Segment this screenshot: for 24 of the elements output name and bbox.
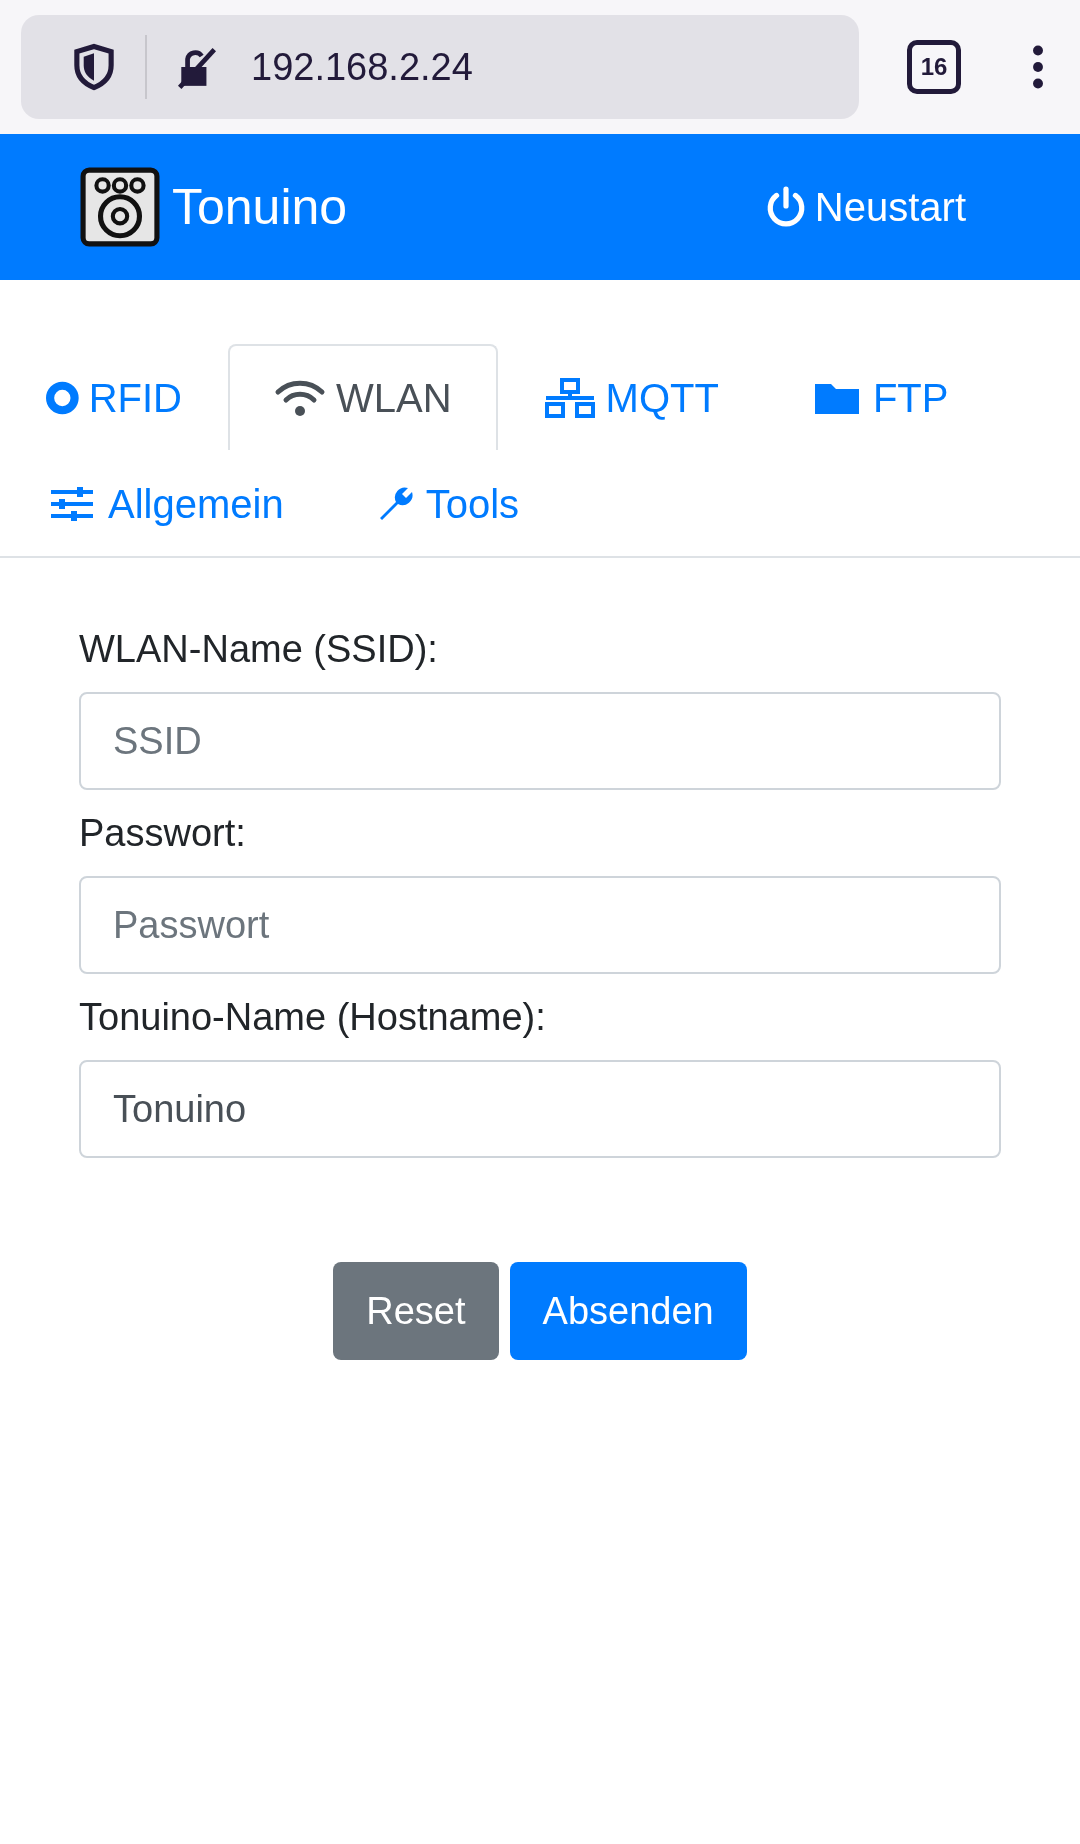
nav-tab[interactable]: WLAN	[228, 344, 498, 450]
reset-button[interactable]: Reset	[333, 1262, 499, 1360]
nav-tab[interactable]: Allgemein	[0, 450, 330, 556]
input-field[interactable]: Tonuino	[79, 1060, 1001, 1158]
tab-count-button[interactable]: 16	[907, 40, 961, 94]
nav-tab[interactable]: MQTT	[497, 344, 765, 450]
nav-tab[interactable]: Tools	[329, 450, 566, 556]
input-field[interactable]: SSID	[79, 692, 1001, 790]
restart-button[interactable]: Neustart	[764, 184, 966, 230]
speaker-logo-icon[interactable]	[80, 167, 160, 247]
submit-button[interactable]: Absenden	[509, 1262, 747, 1360]
field-label: WLAN-Name (SSID):	[79, 626, 439, 672]
url-text: 192.168.2.24	[251, 45, 473, 89]
nav-tab[interactable]: FTP	[764, 344, 995, 450]
field-label: Passwort:	[79, 810, 247, 856]
nav-tab[interactable]: RFID	[0, 344, 228, 450]
input-field[interactable]: Passwort	[79, 876, 1001, 974]
shield-icon[interactable]	[71, 43, 117, 91]
network-icon	[543, 378, 596, 418]
brand-title[interactable]: Tonuino	[172, 178, 348, 236]
address-bar[interactable]: 192.168.2.24	[21, 15, 859, 119]
menu-icon[interactable]	[1031, 45, 1045, 89]
wifi-icon	[274, 378, 326, 418]
field-label: Tonuino-Name (Hostname):	[79, 994, 547, 1040]
